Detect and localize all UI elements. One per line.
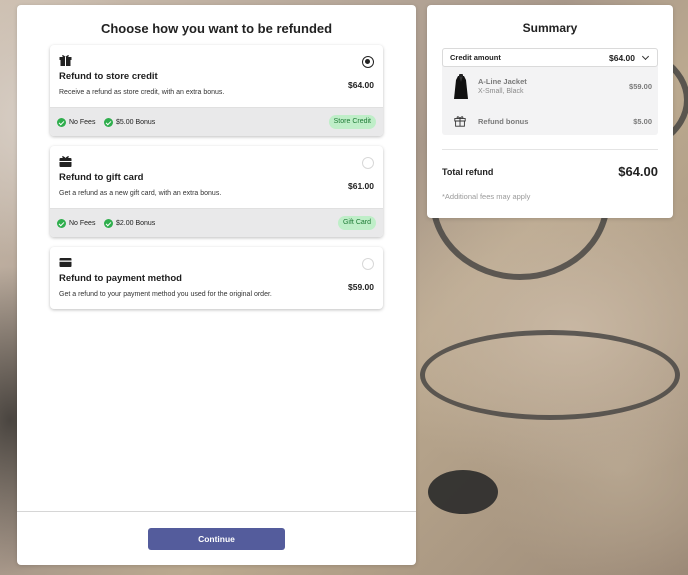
feature-label: No Fees bbox=[69, 119, 96, 126]
total-refund-label: Total refund bbox=[442, 167, 494, 177]
radio-gift-card[interactable] bbox=[362, 157, 374, 169]
option-store-credit[interactable]: Refund to store credit $64.00 Receive a … bbox=[50, 45, 383, 136]
footer-divider bbox=[17, 511, 416, 512]
check-icon bbox=[104, 219, 113, 228]
page-title: Choose how you want to be refunded bbox=[100, 21, 333, 36]
item-variant: X-Small, Black bbox=[478, 88, 524, 95]
chevron-down-icon bbox=[641, 52, 650, 61]
credit-breakdown: Credit amount $64.00 A-Line Jacket X-Sma… bbox=[442, 48, 658, 135]
summary-divider bbox=[442, 149, 658, 150]
option-description: Receive a refund as store credit, with a… bbox=[59, 89, 225, 96]
item-price: $59.00 bbox=[629, 82, 652, 91]
refund-options-panel: Choose how you want to be refunded Refun… bbox=[17, 5, 416, 565]
radio-store-credit[interactable] bbox=[362, 56, 374, 68]
gift-icon bbox=[59, 55, 72, 66]
total-refund-value: $64.00 bbox=[618, 164, 658, 179]
option-description: Get a refund to your payment method you … bbox=[59, 291, 272, 298]
option-tag: Gift Card bbox=[337, 216, 376, 230]
option-features: No Fees $2.00 Bonus Gift Card bbox=[50, 208, 383, 237]
check-icon bbox=[57, 219, 66, 228]
item-name: A-Line Jacket bbox=[478, 77, 527, 86]
option-tag: Store Credit bbox=[328, 115, 376, 129]
feature-bonus: $2.00 Bonus bbox=[104, 219, 155, 228]
summary-title: Summary bbox=[522, 21, 578, 35]
option-price: $64.00 bbox=[348, 80, 374, 90]
jacket-thumbnail bbox=[452, 74, 470, 101]
check-icon bbox=[57, 118, 66, 127]
fees-note: *Additional fees may apply bbox=[442, 192, 531, 201]
chain-decoration bbox=[420, 330, 680, 420]
summary-panel: Summary Credit amount $64.00 A-Line Jack… bbox=[427, 5, 673, 218]
credit-amount-value: $64.00 bbox=[609, 53, 635, 63]
radio-payment-method[interactable] bbox=[362, 258, 374, 270]
credit-amount-dropdown[interactable]: Credit amount $64.00 bbox=[442, 48, 658, 67]
option-payment-method[interactable]: Refund to payment method $59.00 Get a re… bbox=[50, 247, 383, 309]
option-price: $59.00 bbox=[348, 282, 374, 292]
option-description: Get a refund as a new gift card, with an… bbox=[59, 190, 222, 197]
check-icon bbox=[104, 118, 113, 127]
credit-amount-label: Credit amount bbox=[450, 53, 501, 62]
credit-card-icon bbox=[59, 258, 72, 267]
feature-label: $5.00 Bonus bbox=[116, 119, 156, 126]
option-title: Refund to payment method bbox=[59, 273, 182, 284]
feature-no-fees: No Fees bbox=[57, 118, 95, 127]
option-features: No Fees $5.00 Bonus Store Credit bbox=[50, 107, 383, 136]
gift-icon bbox=[454, 116, 466, 127]
continue-button[interactable]: Continue bbox=[148, 528, 285, 550]
feature-bonus: $5.00 Bonus bbox=[104, 118, 155, 127]
feature-no-fees: No Fees bbox=[57, 219, 95, 228]
refund-bonus-value: $5.00 bbox=[633, 117, 652, 126]
coat-button bbox=[428, 470, 498, 514]
option-title: Refund to store credit bbox=[59, 71, 158, 82]
feature-label: $2.00 Bonus bbox=[116, 220, 156, 227]
refund-bonus-label: Refund bonus bbox=[478, 117, 529, 126]
feature-label: No Fees bbox=[69, 220, 96, 227]
option-title: Refund to gift card bbox=[59, 172, 144, 183]
option-price: $61.00 bbox=[348, 181, 374, 191]
option-gift-card[interactable]: Refund to gift card $61.00 Get a refund … bbox=[50, 146, 383, 237]
gift-card-icon bbox=[59, 156, 72, 167]
